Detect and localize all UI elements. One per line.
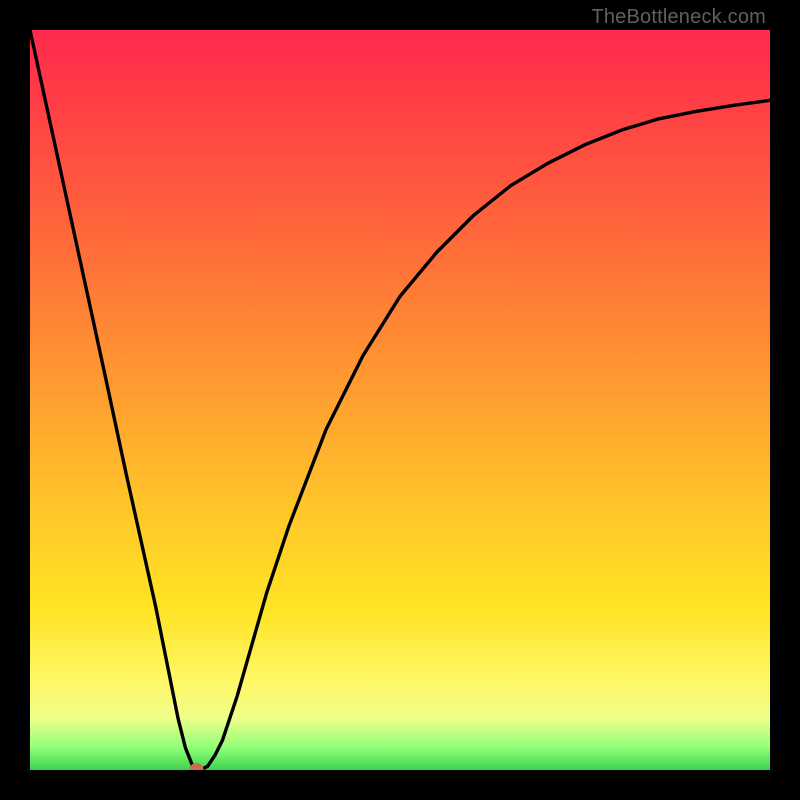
watermark-text: TheBottleneck.com: [591, 6, 766, 29]
chart-frame: TheBottleneck.com: [0, 0, 800, 800]
chart-plot-area: [30, 30, 770, 770]
